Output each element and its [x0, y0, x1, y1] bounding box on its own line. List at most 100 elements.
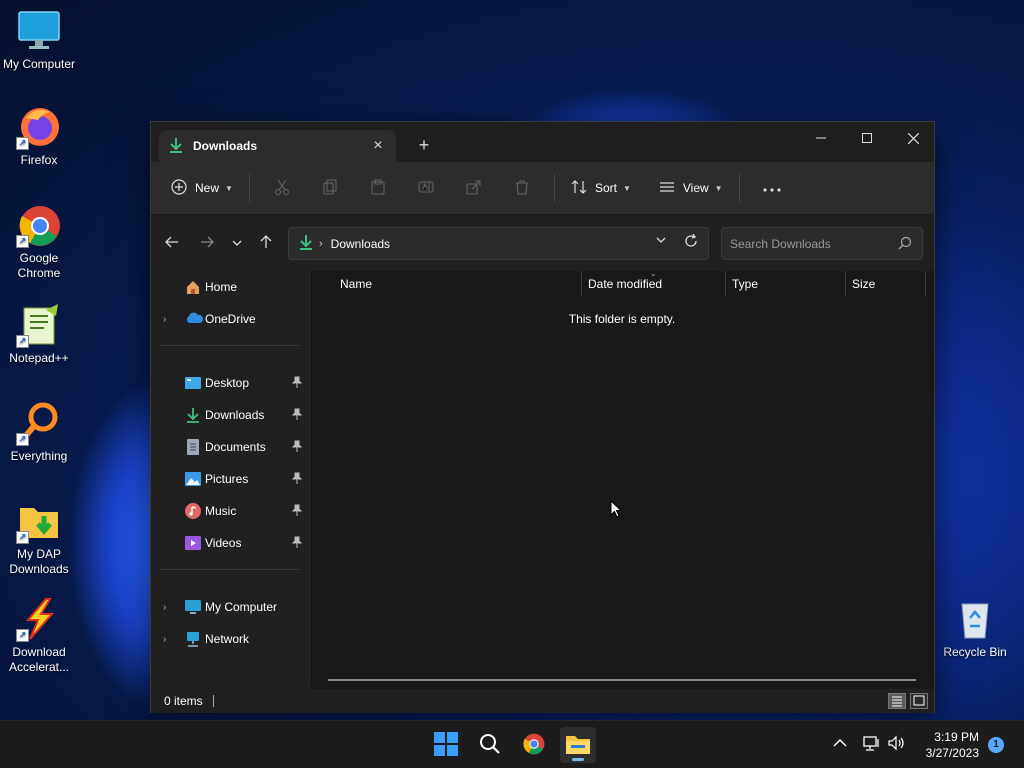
close-window-button[interactable]: [890, 122, 936, 154]
pin-icon[interactable]: [291, 504, 303, 519]
column-header-size[interactable]: Size: [852, 271, 875, 297]
sidebar-item-label: Desktop: [205, 376, 250, 390]
download-arrow-icon: [169, 137, 183, 156]
delete-button[interactable]: [498, 171, 546, 205]
recent-locations-button[interactable]: [226, 233, 248, 253]
new-tab-button[interactable]: +: [413, 134, 435, 156]
notepadpp-icon: ↗: [16, 302, 62, 348]
pin-icon[interactable]: [291, 376, 303, 391]
maximize-button[interactable]: [844, 122, 890, 154]
home-icon: [185, 279, 201, 295]
column-header-type[interactable]: Type: [732, 271, 758, 297]
item-count: 0 items: [164, 694, 203, 708]
download-arrow-icon: [299, 234, 313, 253]
column-divider[interactable]: [581, 271, 582, 297]
paste-button[interactable]: [354, 171, 402, 205]
magnifier-icon: ↗: [16, 400, 62, 446]
rename-button[interactable]: [402, 171, 450, 205]
sidebar-item-my-computer[interactable]: › My Computer: [151, 593, 309, 621]
minimize-button[interactable]: [798, 122, 844, 154]
lightning-icon: ↗: [16, 596, 62, 642]
shortcut-arrow-icon: ↗: [16, 531, 29, 544]
desktop-icon-recycle-bin[interactable]: Recycle Bin: [936, 596, 1014, 660]
sidebar-item-label: OneDrive: [205, 312, 256, 326]
column-divider[interactable]: [925, 271, 926, 297]
share-button[interactable]: [450, 171, 498, 205]
chevron-right-icon[interactable]: ›: [163, 634, 166, 645]
chevron-right-icon[interactable]: ›: [163, 602, 166, 613]
notification-badge[interactable]: 1: [988, 737, 1004, 753]
sidebar-item-label: Music: [205, 504, 237, 518]
breadcrumb-chevron-icon: ›: [319, 237, 323, 250]
start-button[interactable]: [428, 727, 464, 763]
see-more-button[interactable]: [748, 171, 796, 205]
pin-icon[interactable]: [291, 408, 303, 423]
desktop-icon-notepadpp[interactable]: ↗ Notepad++: [0, 302, 78, 366]
sidebar-item-desktop[interactable]: Desktop: [151, 369, 309, 397]
column-divider[interactable]: [845, 271, 846, 297]
arrow-right-icon: [200, 236, 214, 251]
view-button[interactable]: View ▼: [651, 171, 731, 205]
column-header-name[interactable]: Name: [340, 271, 372, 297]
sidebar-item-label: Pictures: [205, 472, 249, 486]
sort-button[interactable]: Sort ▼: [563, 171, 639, 205]
pin-icon[interactable]: [291, 536, 303, 551]
close-tab-icon[interactable]: ×: [368, 136, 388, 156]
back-button[interactable]: [161, 233, 183, 253]
taskbar-chrome[interactable]: [516, 727, 552, 763]
tab-title: Downloads: [193, 139, 258, 153]
sidebar-item-pictures[interactable]: Pictures: [151, 465, 309, 493]
cut-button[interactable]: [258, 171, 306, 205]
breadcrumb-downloads[interactable]: Downloads: [331, 237, 390, 251]
chevron-down-icon: [232, 236, 242, 250]
trash-icon: [514, 179, 530, 198]
search-icon: [479, 733, 501, 758]
taskbar-search-button[interactable]: [472, 727, 508, 763]
desktop-icon-my-computer[interactable]: My Computer: [0, 8, 78, 72]
sidebar-item-documents[interactable]: Documents: [151, 433, 309, 461]
sidebar-item-onedrive[interactable]: › OneDrive: [151, 305, 309, 333]
sidebar-item-videos[interactable]: Videos: [151, 529, 309, 557]
taskbar: 3:19 PM 3/27/2023 1: [0, 720, 1024, 768]
chrome-icon: ↗: [16, 202, 62, 248]
large-icons-view-button[interactable]: [910, 693, 928, 709]
refresh-icon[interactable]: [684, 233, 698, 251]
more-dots-icon: [762, 181, 781, 195]
address-dropdown-icon[interactable]: [656, 236, 666, 247]
desktop-icon-label: Google Chrome: [17, 251, 61, 280]
pin-icon[interactable]: [291, 440, 303, 455]
forward-button[interactable]: [196, 233, 218, 253]
desktop-icon-dap-downloads[interactable]: ↗ My DAP Downloads: [0, 498, 78, 577]
column-divider[interactable]: [725, 271, 726, 297]
taskbar-file-explorer[interactable]: [560, 727, 596, 763]
desktop-icon-label: Firefox: [20, 153, 58, 167]
sidebar-item-music[interactable]: Music: [151, 497, 309, 525]
show-hidden-icons-button[interactable]: [833, 737, 847, 751]
desktop-icon-label: Download Accelerat...: [8, 645, 70, 674]
desktop-icon-firefox[interactable]: ↗ Firefox: [0, 104, 78, 168]
sidebar-item-downloads[interactable]: Downloads: [151, 401, 309, 429]
navigation-bar: › Downloads: [151, 215, 934, 271]
new-button[interactable]: New ▼: [163, 171, 241, 205]
horizontal-scrollbar[interactable]: [328, 679, 916, 681]
search-box[interactable]: [721, 227, 923, 260]
desktop-icon-everything[interactable]: ↗ Everything: [0, 400, 78, 464]
chevron-right-icon[interactable]: ›: [163, 314, 166, 325]
search-input[interactable]: [730, 235, 890, 253]
sidebar-item-home[interactable]: Home: [151, 273, 309, 301]
desktop-icon-chrome[interactable]: ↗ Google Chrome: [0, 202, 78, 281]
title-bar: Downloads × +: [151, 122, 934, 162]
copy-button[interactable]: [306, 171, 354, 205]
volume-icon[interactable]: [888, 735, 906, 754]
sidebar-item-network[interactable]: › Network: [151, 625, 309, 653]
desktop-icon-download-accelerator[interactable]: ↗ Download Accelerat...: [0, 596, 78, 675]
tab-downloads[interactable]: Downloads ×: [159, 130, 396, 162]
system-clock[interactable]: 3:19 PM 3/27/2023: [915, 729, 979, 761]
up-button[interactable]: [255, 233, 277, 253]
chevron-up-icon: [833, 738, 847, 747]
address-bar[interactable]: › Downloads: [288, 227, 709, 260]
details-view-button[interactable]: [888, 693, 906, 709]
desktop-icon-label: Everything: [10, 449, 68, 463]
network-status-icon[interactable]: [863, 735, 881, 754]
pin-icon[interactable]: [291, 472, 303, 487]
